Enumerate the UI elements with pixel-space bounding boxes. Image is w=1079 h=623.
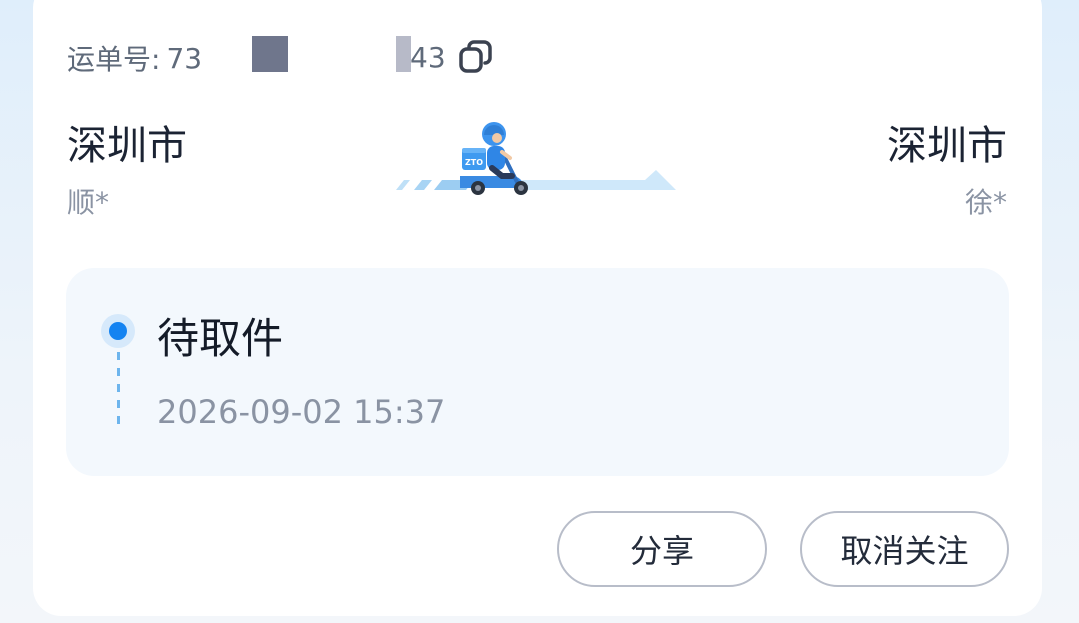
status-panel [66,268,1009,476]
origin-city: 深圳市 [67,123,187,169]
timeline-connector [117,352,120,432]
courier-scooter-icon: ZTO [396,122,676,195]
unfollow-button[interactable]: 取消关注 [800,511,1009,587]
tracking-number-redaction [252,36,288,72]
status-title: 待取件 [157,314,284,363]
recipient-name: 徐* [964,186,1007,219]
tracking-number-redaction-edge [396,36,411,72]
status-dot-icon [101,314,135,348]
destination-city: 深圳市 [887,123,1007,169]
status-timestamp: 2026-09-02 15:37 [157,393,446,431]
tracking-number-prefix: 73 [166,41,203,75]
sender-name: 顺* [67,186,110,219]
tracking-number-suffix: 43 [410,41,446,74]
copy-icon[interactable] [459,40,493,74]
share-button[interactable]: 分享 [557,511,767,587]
tracking-number-row: 运单号: 73 [67,36,202,80]
courier-badge-text: ZTO [465,158,483,167]
tracking-number-label: 运单号: [67,43,161,76]
